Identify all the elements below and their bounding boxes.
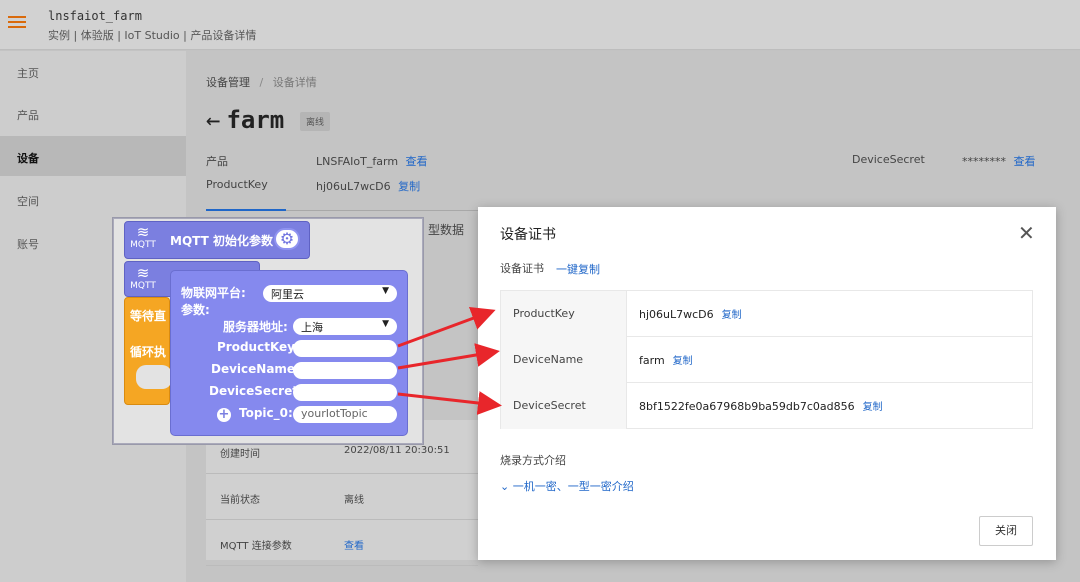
copy-devicename-link[interactable]: 复制 (673, 356, 693, 367)
cert-value: 8bf1522fe0a67968b9ba59db7c0ad856 复制 (639, 398, 883, 413)
product-value: LNSFAIoT_farm 查看 (316, 153, 428, 169)
table-row: ProductKey hj06uL7wcD6 复制 (501, 291, 1032, 337)
close-icon[interactable]: ✕ (1018, 223, 1035, 243)
devicesecret-masked: ******** (962, 155, 1006, 168)
info-value: 2022/08/11 20:30:51 (344, 445, 450, 456)
page-title: ← farm (206, 106, 284, 134)
server-label: 服务器地址: (223, 320, 288, 334)
platform-select[interactable]: 阿里云 ▼ (263, 285, 397, 302)
devicename-field-label: DeviceName: (211, 362, 300, 376)
sidebar-item-product[interactable]: 产品 (0, 93, 186, 133)
certificate-table: ProductKey hj06uL7wcD6 复制 DeviceName farm… (500, 290, 1033, 429)
product-label: 产品 (206, 155, 228, 168)
wifi-icon: ≋ MQTT (130, 264, 156, 291)
burn-method-link[interactable]: 一机一密、一型一密介绍 (513, 480, 634, 493)
sidebar-item-device[interactable]: 设备 (0, 136, 186, 176)
mqtt-init-label: MQTT 初始化参数 (170, 234, 273, 248)
productkey-label: ProductKey (206, 178, 268, 191)
info-key: 当前状态 (220, 495, 260, 506)
info-key: MQTT 连接参数 (220, 541, 292, 552)
breadcrumb-separator: / (259, 76, 264, 89)
cert-value: hj06uL7wcD6 复制 (639, 306, 742, 321)
info-row-status: 当前状态 离线 (206, 474, 478, 520)
chevron-down-icon: ⌄ (500, 480, 513, 493)
productkey-value: hj06uL7wcD6 复制 (316, 178, 420, 194)
tab-active-indicator (206, 209, 286, 211)
mqtt-tag: MQTT (130, 240, 156, 250)
dialog-title: 设备证书 (500, 227, 556, 243)
close-button[interactable]: 关闭 (979, 516, 1033, 546)
loop-slot (136, 365, 172, 389)
app-breadcrumb: 实例 | 体验版 | IoT Studio | 产品设备详情 (48, 29, 257, 42)
back-arrow-icon[interactable]: ← (206, 106, 220, 134)
platform-label: 物联网平台: (181, 286, 246, 300)
devicesecret-field-label: DeviceSecret: (209, 384, 303, 398)
dialog-subtitle: 设备证书 (500, 262, 544, 275)
wifi-icon: ≋ MQTT (130, 223, 156, 250)
devicesecret-view-link[interactable]: 查看 (1014, 155, 1036, 168)
status-badge: 离线 (300, 112, 331, 131)
wait-block-label: 等待直 (130, 309, 167, 323)
cert-key: ProductKey (501, 291, 627, 337)
breadcrumb-current: 设备详情 (272, 76, 317, 89)
topic-input[interactable]: yourIotTopic (293, 406, 397, 423)
burn-method-title: 烧录方式介绍 (500, 454, 566, 467)
devicename-input[interactable] (293, 362, 397, 379)
params-label: 参数: (181, 303, 210, 317)
cert-value-text: hj06uL7wcD6 (639, 308, 714, 321)
devicesecret-value: ******** 查看 (962, 153, 1036, 169)
info-value: 离线 (344, 495, 364, 506)
productkey-text: hj06uL7wcD6 (316, 180, 391, 193)
device-name-title: farm (226, 106, 285, 134)
product-name: LNSFAIoT_farm (316, 155, 399, 168)
topic-label: Topic_0: (239, 406, 293, 420)
plus-icon[interactable]: + (217, 408, 231, 422)
device-certificate-dialog: 设备证书 ✕ 设备证书 一键复制 ProductKey hj06uL7wcD6 复… (478, 207, 1056, 560)
burn-method-expand[interactable]: ⌄ 一机一密、一型一密介绍 (500, 478, 634, 494)
gear-icon[interactable]: ⚙ (274, 228, 300, 250)
loop-block-label: 循环执 (130, 345, 167, 359)
cert-value: farm 复制 (639, 352, 693, 367)
cert-value-text: 8bf1522fe0a67968b9ba59db7c0ad856 (639, 400, 855, 413)
sidebar-item-space[interactable]: 空间 (0, 179, 186, 219)
info-row-mqtt: MQTT 连接参数 查看 (206, 520, 478, 566)
devicesecret-input[interactable] (293, 384, 397, 401)
page-breadcrumb: 设备管理 / 设备详情 (206, 74, 317, 90)
mqtt-params-panel: 物联网平台: 阿里云 ▼ 参数: 服务器地址: 上海 ▼ ProductKey: D… (170, 270, 408, 436)
copy-all-link[interactable]: 一键复制 (556, 261, 600, 277)
table-row: DeviceSecret 8bf1522fe0a67968b9ba59db7c0… (501, 383, 1032, 429)
copy-devicesecret-link[interactable]: 复制 (863, 402, 883, 413)
mqtt-tag: MQTT (130, 281, 156, 291)
menu-icon[interactable] (8, 13, 26, 31)
sidebar-item-home[interactable]: 主页 (0, 51, 186, 91)
breadcrumb-parent[interactable]: 设备管理 (206, 76, 250, 89)
productkey-input[interactable] (293, 340, 397, 357)
tab-model-data[interactable]: 型数据 (428, 221, 464, 238)
server-select[interactable]: 上海 ▼ (293, 318, 397, 335)
mqtt-view-link[interactable]: 查看 (344, 537, 364, 552)
productkey-copy-link[interactable]: 复制 (398, 180, 420, 193)
productkey-field-label: ProductKey: (217, 340, 300, 354)
devicesecret-label: DeviceSecret (852, 153, 925, 166)
cert-value-text: farm (639, 354, 665, 367)
cert-key: DeviceSecret (501, 383, 627, 429)
app-title: lnsfaiot_farm (48, 9, 142, 23)
product-view-link[interactable]: 查看 (406, 155, 428, 168)
cert-key: DeviceName (501, 337, 627, 383)
info-key: 创建时间 (220, 449, 260, 460)
table-row: DeviceName farm 复制 (501, 337, 1032, 383)
copy-productkey-link[interactable]: 复制 (722, 310, 742, 321)
